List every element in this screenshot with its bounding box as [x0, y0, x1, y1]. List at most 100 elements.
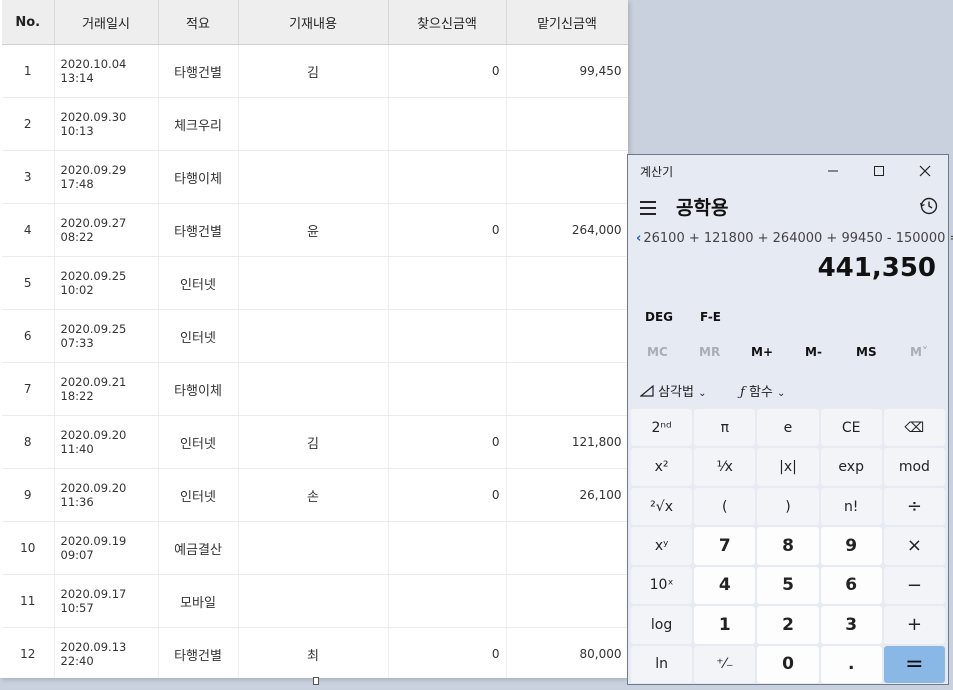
- digit-3-key[interactable]: 3: [820, 606, 882, 644]
- header-deposit[interactable]: 맡기신금액: [506, 0, 628, 45]
- cell-withdraw: [388, 97, 507, 151]
- cell-withdraw: 0: [388, 44, 507, 98]
- equals-key[interactable]: =: [883, 645, 945, 683]
- cell-memo: [238, 256, 389, 310]
- cell-summary: 타행이체: [158, 362, 239, 416]
- digit-1-key[interactable]: 1: [694, 606, 756, 644]
- table-row[interactable]: 9 2020.09.20 11:36 인터넷 손 0 26,100: [2, 468, 628, 522]
- e-key[interactable]: e: [757, 409, 819, 447]
- memory-store-button[interactable]: MS: [856, 345, 877, 359]
- table-row[interactable]: 8 2020.09.20 11:40 인터넷 김 0 121,800: [2, 415, 628, 469]
- divide-key[interactable]: ÷: [883, 487, 945, 526]
- calculator-titlebar[interactable]: 계산기: [628, 155, 948, 187]
- exp-key[interactable]: exp: [820, 448, 882, 486]
- table-row[interactable]: 7 2020.09.21 18:22 타행이체: [2, 362, 628, 416]
- cell-summary: 인터넷: [158, 256, 239, 310]
- cell-deposit: 80,000: [506, 627, 628, 678]
- ln-key[interactable]: ln: [631, 645, 693, 683]
- digit-2-key[interactable]: 2: [757, 606, 819, 644]
- resize-handle[interactable]: [313, 677, 319, 685]
- maximize-button[interactable]: [856, 155, 902, 187]
- cell-date: 2020.09.20 11:36: [54, 468, 159, 522]
- memory-clear-button[interactable]: MC: [647, 345, 668, 359]
- backspace-key[interactable]: ⌫: [883, 409, 945, 447]
- pi-key[interactable]: π: [694, 409, 756, 447]
- cell-deposit: [506, 309, 628, 363]
- square-key[interactable]: x²: [631, 448, 693, 486]
- cell-summary: 타행건별: [158, 627, 239, 678]
- window-title: 계산기: [640, 165, 674, 179]
- reciprocal-key[interactable]: ¹⁄x: [694, 448, 756, 486]
- open-paren-key[interactable]: (: [694, 487, 756, 526]
- add-key[interactable]: +: [883, 606, 945, 644]
- menu-icon[interactable]: [638, 197, 658, 217]
- table-row[interactable]: 11 2020.09.17 10:57 모바일: [2, 574, 628, 628]
- header-no[interactable]: No.: [2, 0, 55, 45]
- decimal-key[interactable]: .: [820, 645, 882, 683]
- cell-memo: [238, 362, 389, 416]
- mod-key[interactable]: mod: [883, 448, 945, 486]
- memory-subtract-button[interactable]: M-: [805, 345, 822, 359]
- log-key[interactable]: log: [631, 606, 693, 644]
- function-dropdown[interactable]: ƒ 함수 ⌄: [740, 381, 785, 400]
- cell-date: 2020.09.25 10:02: [54, 256, 159, 310]
- cell-deposit: 99,450: [506, 44, 628, 98]
- digit-6-key[interactable]: 6: [820, 566, 882, 605]
- header-withdraw[interactable]: 찾으신금액: [388, 0, 507, 45]
- digit-8-key[interactable]: 8: [757, 527, 819, 565]
- factorial-key[interactable]: n!: [820, 487, 882, 526]
- cell-no: 10: [2, 521, 55, 575]
- cell-withdraw: 0: [388, 203, 507, 257]
- second-function-key[interactable]: 2ⁿᵈ: [631, 409, 693, 447]
- triangle-ruler-icon: [639, 384, 654, 397]
- header-memo[interactable]: 기재내용: [238, 0, 389, 45]
- subtract-key[interactable]: −: [883, 566, 945, 605]
- close-button[interactable]: [902, 155, 948, 187]
- table-row[interactable]: 6 2020.09.25 07:33 인터넷: [2, 309, 628, 363]
- table-row[interactable]: 4 2020.09.27 08:22 타행건별 윤 0 264,000: [2, 203, 628, 257]
- table-row[interactable]: 12 2020.09.13 22:40 타행건별 최 0 80,000: [2, 627, 628, 678]
- power-key[interactable]: xʸ: [631, 527, 693, 565]
- digit-9-key[interactable]: 9: [820, 527, 882, 565]
- cell-summary: 인터넷: [158, 309, 239, 363]
- header-date[interactable]: 거래일시: [54, 0, 159, 45]
- minimize-button[interactable]: [810, 155, 856, 187]
- chevron-left-icon[interactable]: ‹: [636, 231, 641, 246]
- cell-deposit: 121,800: [506, 415, 628, 469]
- multiply-key[interactable]: ×: [883, 527, 945, 565]
- cell-withdraw: 0: [388, 627, 507, 678]
- cell-date: 2020.09.27 08:22: [54, 203, 159, 257]
- digit-5-key[interactable]: 5: [757, 566, 819, 605]
- close-paren-key[interactable]: ): [757, 487, 819, 526]
- digit-4-key[interactable]: 4: [694, 566, 756, 605]
- table-row[interactable]: 5 2020.09.25 10:02 인터넷: [2, 256, 628, 310]
- maximize-icon: [874, 166, 884, 176]
- negate-key[interactable]: ⁺⁄₋: [694, 645, 756, 683]
- trigonometry-dropdown[interactable]: 삼각법 ⌄: [639, 381, 707, 400]
- cell-summary: 예금결산: [158, 521, 239, 575]
- cell-deposit: [506, 521, 628, 575]
- absolute-key[interactable]: |x|: [757, 448, 819, 486]
- memory-recall-button[interactable]: MR: [699, 345, 720, 359]
- digit-7-key[interactable]: 7: [694, 527, 756, 565]
- clear-entry-key[interactable]: CE: [820, 409, 882, 447]
- table-row[interactable]: 1 2020.10.04 13:14 타행건별 김 0 99,450: [2, 44, 628, 98]
- table-row[interactable]: 2 2020.09.30 10:13 체크우리: [2, 97, 628, 151]
- cell-date: 2020.09.30 10:13: [54, 97, 159, 151]
- table-row[interactable]: 3 2020.09.29 17:48 타행이체: [2, 150, 628, 204]
- keypad: 2ⁿᵈ π e CE ⌫ x² ¹⁄x |x| exp mod ²√x() n! ÷ xʸ 7 8 9 × 10ˣ 4…: [631, 409, 945, 683]
- cell-withdraw: 0: [388, 415, 507, 469]
- cell-memo: 김: [238, 415, 389, 469]
- fe-button[interactable]: F-E: [700, 310, 721, 324]
- memory-list-button[interactable]: M˅: [910, 345, 928, 359]
- cell-no: 7: [2, 362, 55, 416]
- table-row[interactable]: 10 2020.09.19 09:07 예금결산: [2, 521, 628, 575]
- angle-unit-button[interactable]: DEG: [645, 310, 673, 324]
- memory-add-button[interactable]: M+: [751, 345, 773, 359]
- digit-0-key[interactable]: 0: [757, 645, 819, 683]
- sqrt-key[interactable]: ²√x: [631, 487, 693, 526]
- ten-power-key[interactable]: 10ˣ: [631, 566, 693, 605]
- cell-withdraw: [388, 309, 507, 363]
- header-summary[interactable]: 적요: [158, 0, 239, 45]
- history-icon[interactable]: [918, 195, 940, 217]
